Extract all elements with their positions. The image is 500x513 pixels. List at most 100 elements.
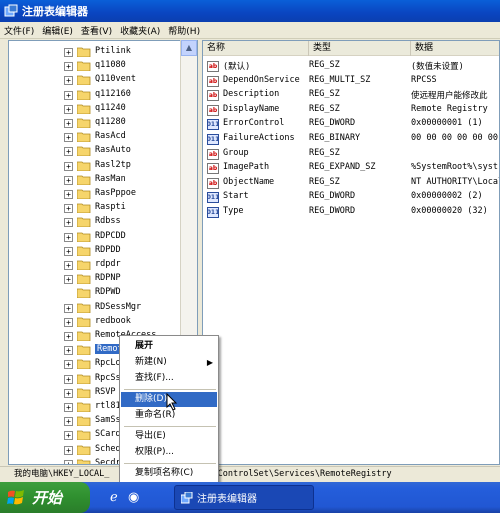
tree-node-label: Ptilink	[95, 46, 131, 56]
expand-toggle-icon[interactable]: +	[64, 417, 73, 427]
tree-node-label: RDSessMgr	[95, 301, 142, 312]
context-menu-item[interactable]: 新建(N) ▶	[121, 355, 217, 370]
context-menu-item[interactable]: 展开	[121, 339, 217, 354]
tree-node[interactable]: + q112160	[9, 88, 181, 102]
expand-toggle-icon[interactable]: +	[64, 104, 73, 114]
folder-icon	[77, 189, 91, 199]
expand-toggle-icon[interactable]: +	[64, 261, 73, 270]
value-row[interactable]: 011 Type REG_DWORD 0x00000020 (32)	[203, 205, 499, 219]
context-menu-item[interactable]: 查找(F)...	[121, 371, 217, 386]
tree-node[interactable]: + q11280	[9, 116, 181, 130]
tree-node[interactable]: RDPWD	[9, 286, 181, 300]
menu-edit[interactable]: 编辑(E)	[42, 24, 73, 37]
expand-toggle-icon[interactable]: +	[64, 275, 73, 285]
value-row[interactable]: ab ObjectName REG_SZ NT AUTHORITY\Local	[203, 176, 499, 190]
value-row[interactable]: ab Description REG_SZ 使远程用户能修改此	[203, 88, 499, 102]
expand-toggle-icon[interactable]: +	[64, 147, 73, 157]
expand-toggle-icon[interactable]: +	[64, 303, 73, 313]
folder-icon	[77, 430, 91, 441]
string-value-icon: ab	[207, 75, 219, 87]
expand-toggle-icon[interactable]: +	[64, 246, 73, 256]
expand-toggle-icon[interactable]: +	[64, 232, 73, 242]
menu-separator	[124, 426, 216, 427]
tree-node-label: Raspti	[95, 202, 126, 213]
tree-node[interactable]: + RDPCDD	[9, 230, 181, 244]
quicklaunch-app-icon[interactable]: ◉	[128, 490, 144, 506]
folder-icon	[77, 359, 91, 370]
expand-toggle-icon[interactable]: +	[64, 76, 73, 86]
tree-node[interactable]: + q11080	[9, 59, 181, 73]
context-menu-item[interactable]: 权限(P)...	[121, 445, 217, 460]
value-row[interactable]: ab Group REG_SZ	[203, 147, 499, 161]
context-menu-item-label: 展开	[135, 341, 154, 351]
tree-node[interactable]: + RDPNP	[9, 272, 181, 286]
column-header-type[interactable]: 类型	[309, 41, 411, 56]
tree-node[interactable]: + RDPDD	[9, 244, 181, 258]
value-row[interactable]: 011 ErrorControl REG_DWORD 0x00000001 (1)	[203, 117, 499, 131]
expand-toggle-icon[interactable]: +	[64, 374, 73, 384]
tree-node[interactable]: + Q110vent	[9, 73, 181, 87]
expand-toggle-icon[interactable]: +	[64, 218, 73, 228]
values-pane[interactable]: 名称 类型 数据 ab (默认) REG_SZ (数值未设置) ab DependOnSe…	[202, 40, 500, 465]
value-row[interactable]: ab ImagePath REG_EXPAND_SZ %SystemRoot%\sys…	[203, 161, 499, 175]
menu-help[interactable]: 帮助(H)	[168, 24, 200, 37]
menu-favorites[interactable]: 收藏夹(A)	[120, 24, 160, 37]
context-menu-item[interactable]: 导出(E)	[121, 429, 217, 444]
expand-toggle-icon[interactable]: +	[64, 403, 73, 412]
expand-toggle-icon[interactable]: +	[64, 204, 73, 214]
tree-node[interactable]: + Ptilink	[9, 45, 181, 59]
expand-toggle-icon[interactable]: +	[64, 190, 73, 199]
string-value-icon: ab	[207, 163, 219, 175]
expand-toggle-icon[interactable]: +	[64, 317, 73, 327]
context-menu-item[interactable]: 复制项名称(C)	[121, 466, 217, 481]
value-row[interactable]: 011 Start REG_DWORD 0x00000002 (2)	[203, 190, 499, 204]
column-header-data[interactable]: 数据	[411, 41, 499, 56]
value-name: DependOnService	[223, 74, 300, 85]
value-data: %SystemRoot%\syst	[411, 162, 498, 173]
value-row[interactable]: ab (默认) REG_SZ (数值未设置)	[203, 59, 499, 73]
expand-toggle-icon[interactable]: +	[64, 445, 73, 455]
taskbar-item-registry-editor[interactable]: 注册表编辑器	[174, 485, 314, 510]
tree-node[interactable]: + Rdbss	[9, 215, 181, 229]
expand-toggle-icon[interactable]: +	[64, 332, 73, 341]
tree-node[interactable]: + RasMan	[9, 173, 181, 187]
tree-node[interactable]: + RasPppoe	[9, 187, 181, 201]
tree-node[interactable]: + q11240	[9, 102, 181, 116]
tree-node[interactable]: + RasAuto	[9, 144, 181, 158]
menu-file[interactable]: 文件(F)	[4, 24, 34, 37]
scroll-up-arrow-icon[interactable]: ▲	[181, 40, 197, 56]
folder-icon	[77, 402, 91, 412]
tree-node-label: RDPCDD	[95, 230, 126, 241]
expand-toggle-icon[interactable]: +	[64, 90, 73, 100]
status-bar: 我的电脑\HKEY_LOCAL_ ntControlSet\Services\Re…	[0, 466, 500, 482]
internet-explorer-icon[interactable]: ℯ	[110, 490, 126, 506]
menu-separator	[124, 389, 216, 390]
expand-toggle-icon[interactable]: +	[64, 175, 73, 185]
folder-icon	[77, 118, 91, 128]
tree-node[interactable]: + rdpdr	[9, 258, 181, 272]
column-header-name[interactable]: 名称	[203, 41, 309, 56]
expand-toggle-icon[interactable]: +	[64, 62, 73, 72]
expand-toggle-icon[interactable]: +	[64, 346, 73, 356]
value-type: REG_SZ	[309, 60, 340, 70]
expand-toggle-icon[interactable]: +	[64, 161, 73, 171]
value-row[interactable]: 011 FailureActions REG_BINARY 00 00 00 00 0…	[203, 132, 499, 146]
tree-node[interactable]: + RasAcd	[9, 130, 181, 144]
expand-toggle-icon[interactable]: +	[64, 459, 73, 464]
tree-node-label: RasMan	[95, 173, 126, 184]
tree-node[interactable]: + Raspti	[9, 201, 181, 215]
menu-view[interactable]: 查看(V)	[81, 24, 112, 37]
tree-node[interactable]: + RDSessMgr	[9, 301, 181, 315]
tree-node[interactable]: + redbook	[9, 315, 181, 329]
expand-toggle-icon[interactable]: +	[64, 431, 73, 441]
expand-toggle-icon[interactable]: +	[64, 133, 73, 143]
value-row[interactable]: ab DisplayName REG_SZ Remote Registry	[203, 103, 499, 117]
value-data: 0x00000020 (32)	[411, 206, 488, 216]
expand-toggle-icon[interactable]: +	[64, 48, 73, 57]
expand-toggle-icon[interactable]: +	[64, 119, 73, 128]
tree-node[interactable]: + Rasl2tp	[9, 159, 181, 173]
start-button[interactable]: 开始	[0, 482, 90, 513]
expand-toggle-icon[interactable]: +	[64, 388, 73, 398]
value-row[interactable]: ab DependOnService REG_MULTI_SZ RPCSS	[203, 74, 499, 88]
expand-toggle-icon[interactable]: +	[64, 360, 73, 370]
